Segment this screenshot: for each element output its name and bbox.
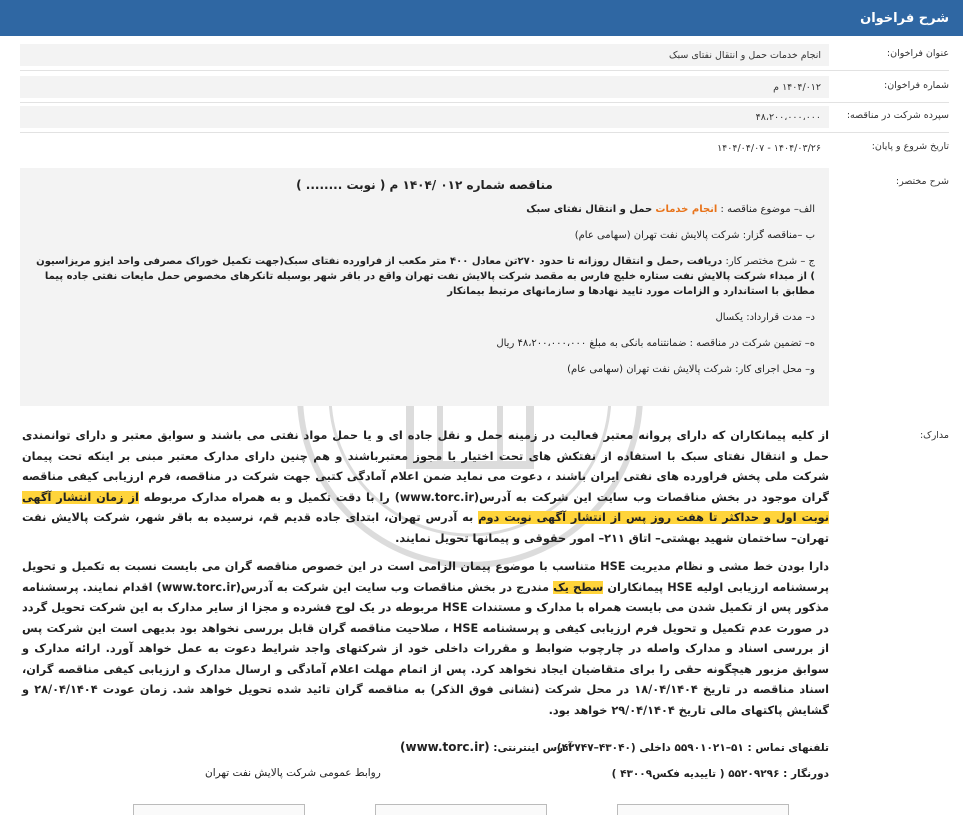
docs-p1-a: از کلیه پیمانکاران که دارای پروانه معتبر… (22, 429, 829, 504)
deposit-value: ۴۸،۲۰۰،۰۰۰،۰۰۰ (20, 106, 829, 128)
summary-label: شرح مختصر: (895, 176, 949, 187)
summary-box: مناقصه شماره ۰۱۲ /۱۴۰۴ م ( نوبت ........… (20, 168, 829, 406)
contact-website: آدرس اینترنتی: (www.torc.ir) (400, 740, 572, 754)
footer-box (133, 804, 305, 815)
footer-box (375, 804, 547, 815)
number-label: شماره فراخوان: (884, 80, 949, 91)
dates-value: ۱۴۰۴/۰۳/۲۶ - ۱۴۰۴/۰۴/۰۷ (20, 136, 829, 160)
footer-strip (0, 800, 963, 815)
field-row-title: عنوان فراخوان: انجام خدمات حمل و انتقال … (0, 44, 963, 66)
contact-fax: دورنگار : ۵۵۲۰۹۲۹۶ ( تاییدیه فکس۴۳۰۰۹ ) (611, 768, 829, 780)
footer-box (617, 804, 789, 815)
field-row-deposit: سپرده شرکت در مناقصه: ۴۸،۲۰۰،۰۰۰،۰۰۰ (0, 106, 963, 128)
docs-label: مدارک: (919, 430, 949, 441)
docs-paragraph-2: دارا بودن خط مشی و نظام مدیریت HSE متناس… (22, 557, 829, 721)
line-c-rest: دریافت ,حمل و انتقال روزانه تا حدود ۲۷۰ت… (36, 256, 815, 297)
divider (20, 132, 949, 133)
field-row-dates: تاریخ شروع و پایان: ۱۴۰۴/۰۳/۲۶ - ۱۴۰۴/۰۴… (0, 136, 963, 160)
summary-line-f: و– محل اجرای کار: شرکت پالایش نفت تهران … (567, 364, 815, 375)
number-value: ۱۴۰۴/۰۱۲ م (20, 76, 829, 98)
summary-line-d: د– مدت قرارداد: یکسال (715, 312, 815, 323)
divider (20, 102, 949, 103)
docs-p2-b: مندرج در بخش مناقصات وب سایت این شرکت به… (22, 580, 829, 717)
field-row-number: شماره فراخوان: ۱۴۰۴/۰۱۲ م (0, 76, 963, 98)
summary-line-e: ه– تضمین شرکت در مناقصه : ضمانتنامه بانک… (496, 338, 815, 349)
contact-phones: تلفنهای تماس : ۵۱–۵۵۹۰۱۰۲۱ داخلی (۴۳۰۴۰–… (556, 742, 829, 754)
signature: روابط عمومی شرکت پالایش نفت تهران (205, 767, 381, 779)
deposit-label: سپرده شرکت در مناقصه: (846, 110, 949, 121)
page-header: شرح فراخوان (0, 0, 963, 36)
docs-p2-highlight: سطح یک (553, 580, 604, 594)
tender-title: مناقصه شماره ۰۱۲ /۱۴۰۴ م ( نوبت ........… (296, 178, 553, 192)
line-a-highlight: انجام خدمات (655, 204, 718, 215)
line-a-prefix: الف– موضوع مناقصه : (720, 204, 815, 215)
title-label: عنوان فراخوان: (886, 48, 949, 59)
docs-text: از کلیه پیمانکاران که دارای پروانه معتبر… (22, 426, 830, 729)
divider (20, 70, 949, 71)
website-label: آدرس اینترنتی: (493, 742, 573, 754)
docs-paragraph-1: از کلیه پیمانکاران که دارای پروانه معتبر… (22, 426, 830, 549)
dates-label: تاریخ شروع و پایان: (871, 141, 949, 152)
line-c-prefix: ج – شرح مختصر کار: (725, 256, 815, 267)
line-a-rest: حمل و انتقال نفتای سبک (526, 204, 653, 215)
summary-line-c: ج – شرح مختصر کار: دریافت ,حمل و انتقال … (34, 254, 815, 299)
summary-line-a: الف– موضوع مناقصه : انجام خدمات حمل و ان… (34, 202, 815, 217)
summary-line-b: ب –مناقصه گزار: شرکت پالایش نفت تهران (س… (574, 230, 815, 241)
website-link[interactable]: (www.torc.ir) (400, 740, 490, 754)
header-title: شرح فراخوان (860, 10, 949, 26)
title-value: انجام خدمات حمل و انتقال نفتای سبک (20, 44, 829, 66)
